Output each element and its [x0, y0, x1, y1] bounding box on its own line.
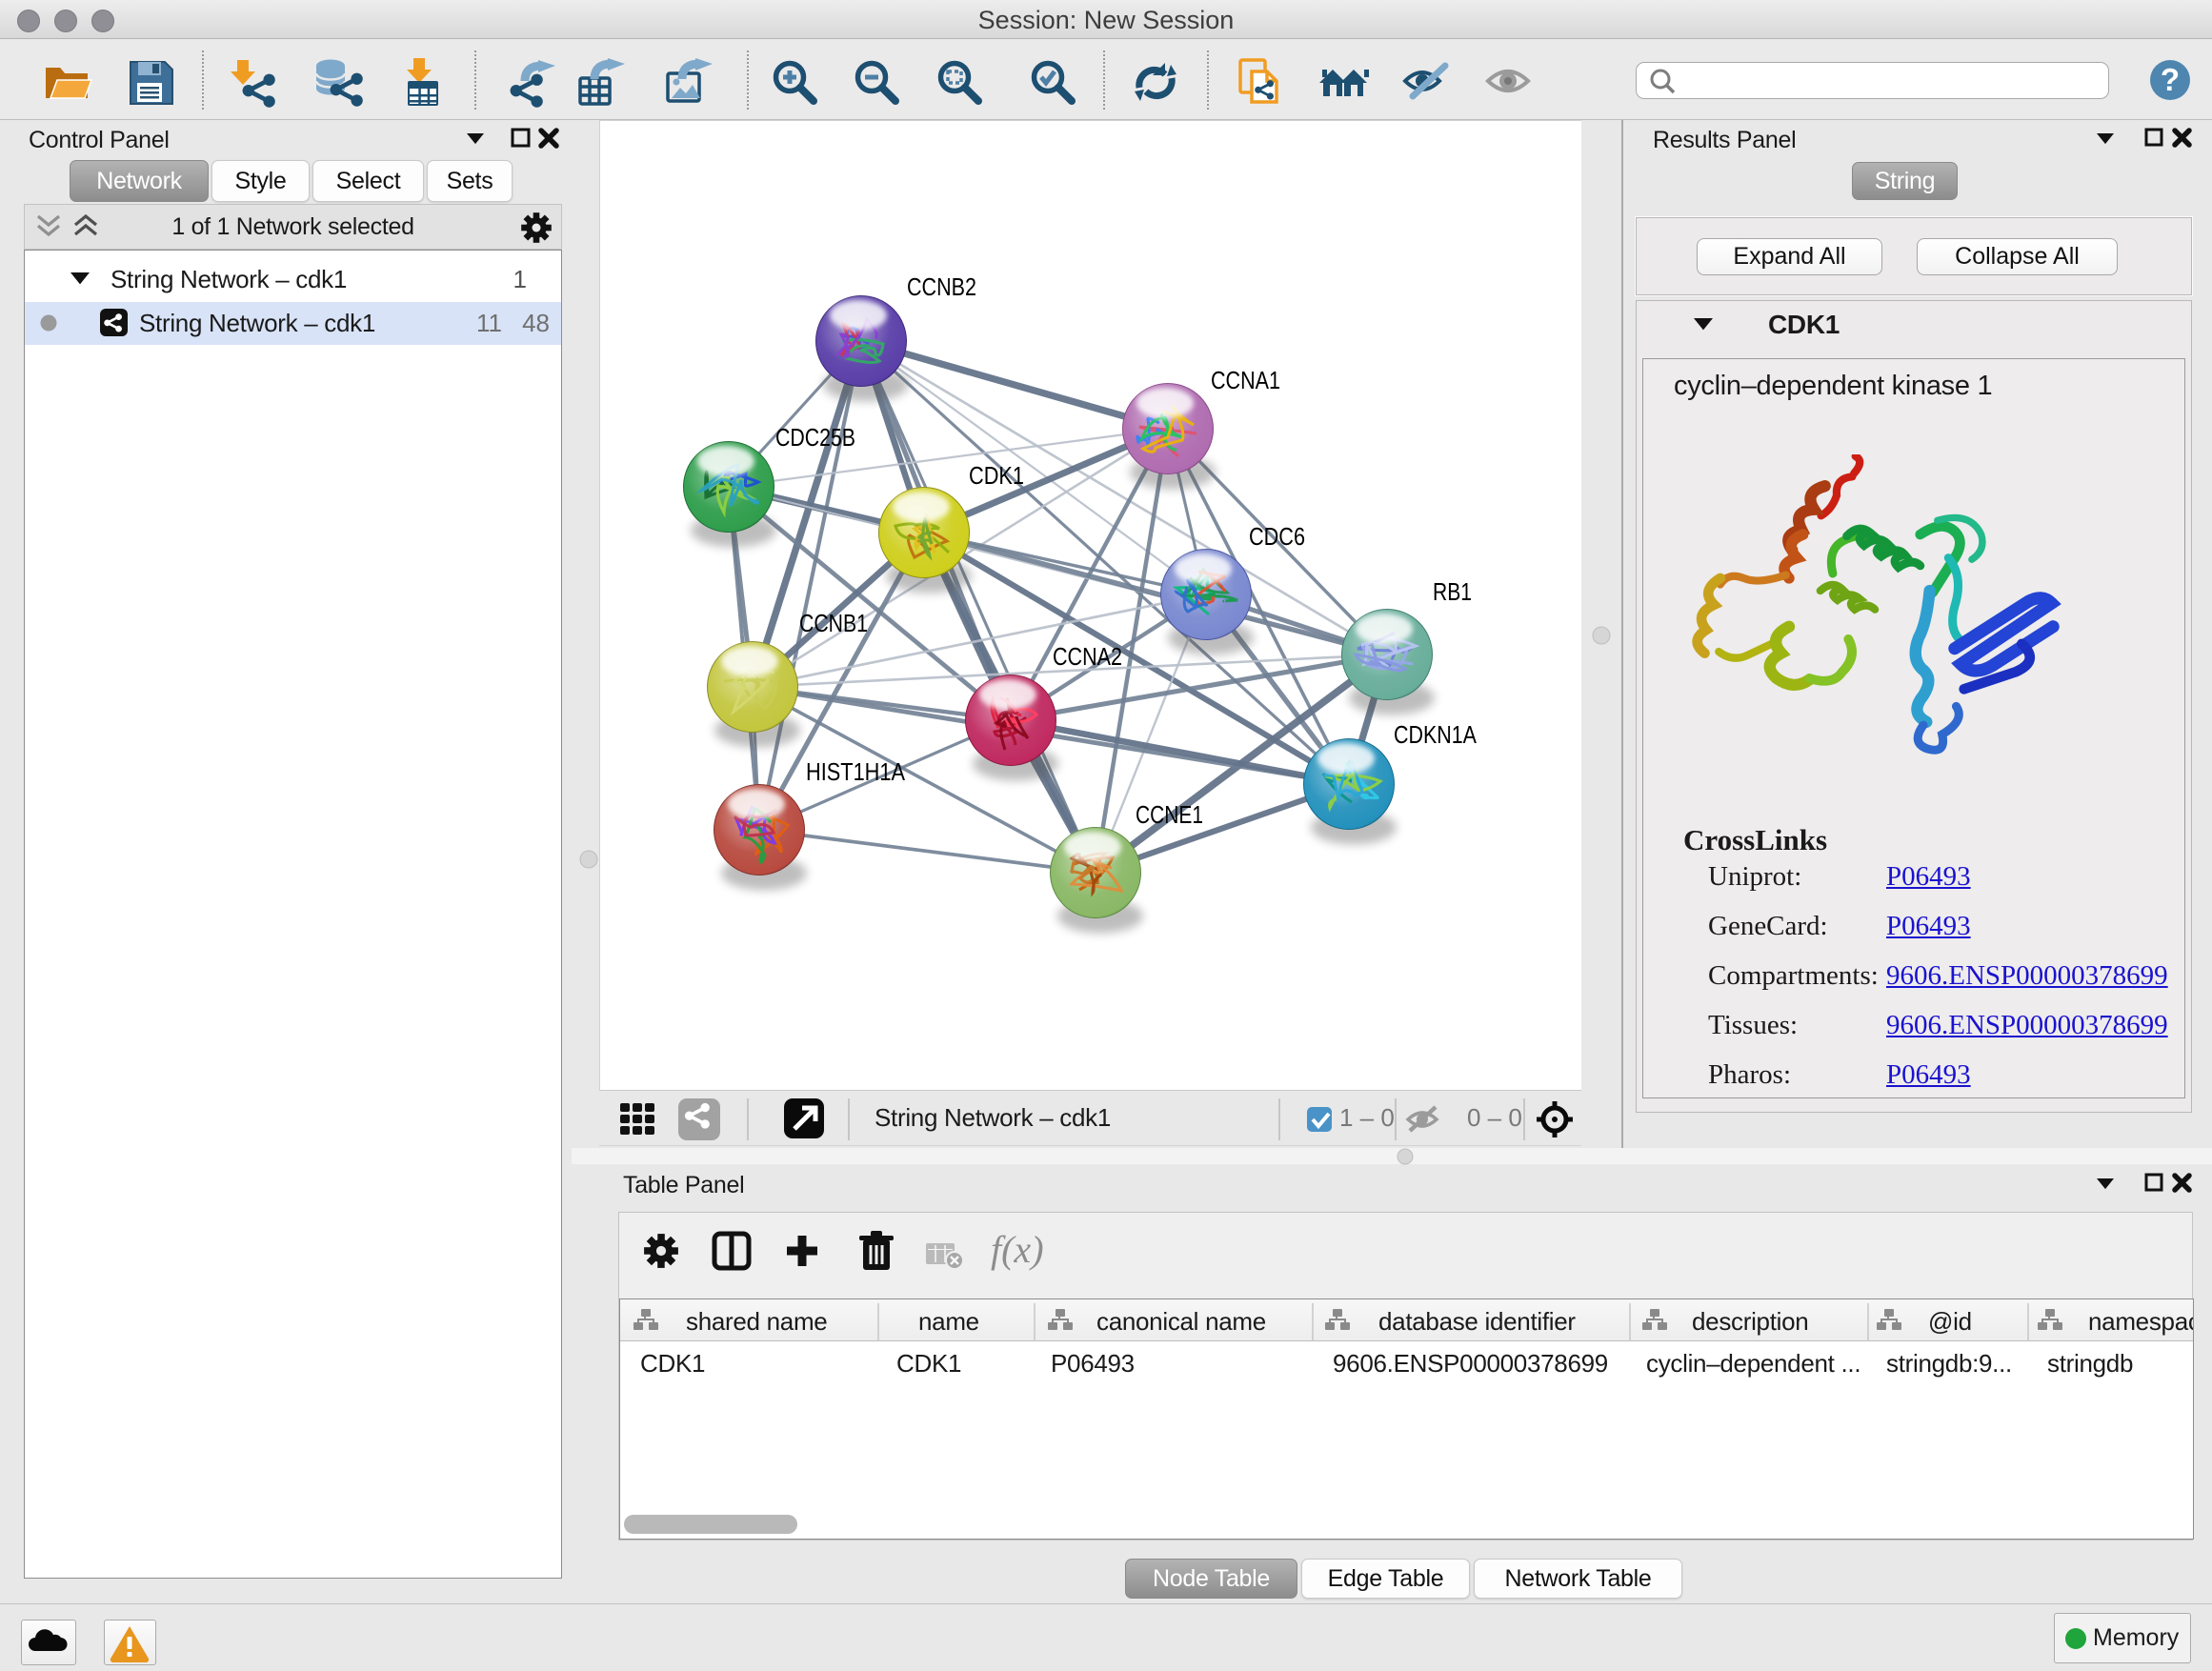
svg-text:CCNB2: CCNB2 — [907, 272, 976, 301]
svg-text:CCNA2: CCNA2 — [1053, 642, 1122, 671]
svg-text:CCNA1: CCNA1 — [1211, 366, 1280, 394]
svg-text:CDC25B: CDC25B — [775, 423, 855, 452]
svg-text:CDK1: CDK1 — [969, 461, 1024, 490]
svg-text:f(x): f(x) — [991, 1228, 1044, 1271]
svg-text:CCNE1: CCNE1 — [1136, 800, 1203, 829]
svg-text:RB1: RB1 — [1433, 577, 1472, 606]
svg-text:HIST1H1A: HIST1H1A — [806, 757, 906, 786]
svg-text:CDC6: CDC6 — [1249, 522, 1305, 551]
svg-text:CCNB1: CCNB1 — [799, 609, 868, 637]
svg-text:?: ? — [2161, 62, 2180, 97]
svg-text:CDKN1A: CDKN1A — [1394, 720, 1478, 749]
